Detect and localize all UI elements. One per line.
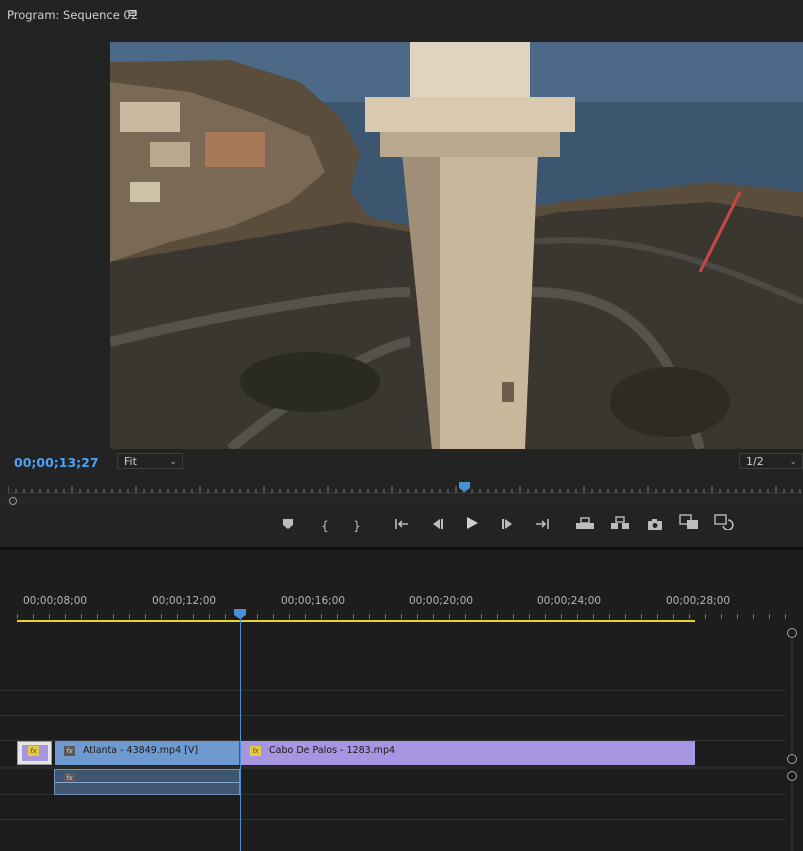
ruler-timecode: 00;00;16;00 [281, 595, 346, 607]
video-clip-cabo-de-palos[interactable]: fx Cabo De Palos - 1283.mp4 [240, 741, 695, 765]
mark-in-icon: { [321, 519, 329, 533]
go-to-out-icon [536, 519, 549, 529]
chevron-down-icon: ⌄ [169, 457, 177, 467]
step-back-icon [433, 519, 443, 529]
monitor-zoom-scrollbar[interactable] [0, 496, 803, 506]
extract-icon [611, 516, 629, 529]
comparison-view-icon [679, 514, 698, 529]
mark-in-button[interactable]: { [313, 513, 337, 539]
timeline-ruler[interactable] [17, 607, 787, 621]
camera-icon [648, 519, 662, 530]
monitor-time-ruler[interactable] [8, 484, 803, 494]
ruler-timecode: 00;00;24;00 [537, 595, 602, 607]
add-marker-icon [283, 519, 293, 529]
comparison-view-button[interactable] [677, 513, 701, 539]
step-forward-button[interactable] [496, 513, 520, 539]
audio-waveform-line [55, 782, 239, 783]
playhead-timecode[interactable]: 00;00;13;27 [14, 455, 99, 470]
video-scroll-handle-bottom[interactable] [787, 754, 797, 764]
fx-badge-icon: fx [250, 746, 261, 756]
work-area-bar[interactable] [17, 620, 695, 622]
ruler-timecode: 00;00;28;00 [666, 595, 731, 607]
export-frame-button[interactable] [643, 513, 667, 539]
mark-out-button[interactable]: } [345, 513, 369, 539]
go-to-out-button[interactable] [530, 513, 554, 539]
play-button[interactable] [460, 513, 484, 539]
step-back-button[interactable] [425, 513, 449, 539]
playback-resolution-select[interactable]: 1/2 ⌄ [739, 453, 803, 469]
timeline-playhead[interactable] [234, 609, 246, 619]
ruler-timecode: 00;00;12;00 [152, 595, 217, 607]
zoom-level-value: Fit [124, 455, 137, 468]
lift-icon [576, 517, 594, 529]
track-separator [0, 819, 786, 820]
transport-controls: { } [0, 513, 803, 539]
clip-name: Cabo De Palos - 1283.mp4 [269, 745, 396, 756]
mark-out-icon: } [353, 519, 361, 533]
timeline-playhead-line[interactable] [240, 619, 241, 851]
chevron-down-icon: ⌄ [789, 457, 797, 467]
panel-menu-icon[interactable]: ≡ [127, 6, 138, 21]
clip-name: Atlanta - 43849.mp4 [V] [83, 745, 199, 756]
audio-clip-atlanta[interactable]: fx [54, 769, 240, 795]
add-marker-button[interactable] [276, 513, 300, 539]
fx-badge-icon: fx [28, 746, 39, 756]
video-preview[interactable] [110, 42, 803, 449]
toggle-proxies-button[interactable] [712, 513, 736, 539]
audio-scroll-handle-top[interactable] [787, 771, 797, 781]
monitor-scroll-handle[interactable] [9, 497, 17, 505]
audio-tracks-scrollbar[interactable] [791, 781, 793, 851]
play-icon [467, 517, 478, 529]
video-scroll-handle-top[interactable] [787, 628, 797, 638]
track-separator [0, 715, 786, 716]
panel-title[interactable]: Program: Sequence 02 [7, 8, 138, 22]
monitor-playhead[interactable] [459, 482, 470, 492]
video-clip-atlanta[interactable]: fx Atlanta - 43849.mp4 [V] [55, 741, 240, 765]
lift-button[interactable] [573, 513, 597, 539]
track-separator [0, 690, 786, 691]
clip-thumbnail[interactable]: fx [17, 741, 52, 765]
ruler-timecode: 00;00;20;00 [409, 595, 474, 607]
go-to-in-icon [395, 519, 408, 529]
aerial-lighthouse-image [110, 42, 803, 449]
video-tracks-scrollbar[interactable] [791, 638, 793, 754]
ruler-timecode: 00;00;08;00 [23, 595, 88, 607]
fx-badge-icon: fx [64, 746, 75, 756]
go-to-in-button[interactable] [390, 513, 414, 539]
playback-resolution-value: 1/2 [746, 455, 764, 468]
step-forward-icon [502, 519, 512, 529]
toggle-proxies-icon [714, 514, 734, 531]
zoom-level-select[interactable]: Fit ⌄ [117, 453, 183, 469]
extract-button[interactable] [608, 513, 632, 539]
